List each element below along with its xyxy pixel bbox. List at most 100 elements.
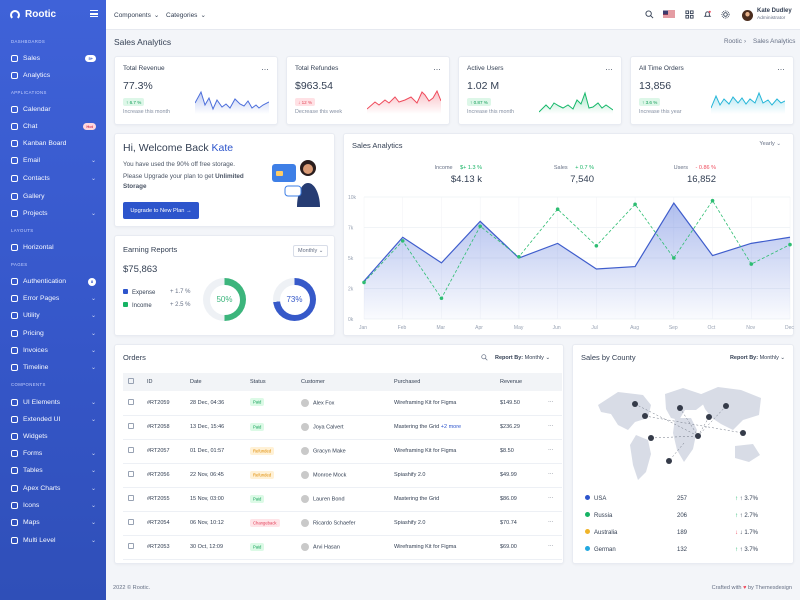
sidebar-item-pricing[interactable]: Pricing ⌄ <box>11 326 96 341</box>
search-icon[interactable] <box>645 10 654 19</box>
table-row[interactable]: #RT2055 15 Nov, 03:00 Paid Lauren Bond Maste… <box>123 487 562 512</box>
menu-toggle-icon[interactable] <box>90 10 98 17</box>
country-row-russia[interactable]: Russia 206 ↑ ↑ 2.7% <box>585 507 783 524</box>
row-checkbox[interactable] <box>128 398 134 405</box>
table-row[interactable]: #RT2059 28 Dec, 04:36 Paid Alex Fox Wirefram… <box>123 391 562 416</box>
table-row[interactable]: #RT2058 13 Dec, 15:46 Paid Joya Calvert Mast… <box>123 415 562 440</box>
table-row[interactable]: #RT2054 06 Nov, 10:12 Changeback Ricardo Sc… <box>123 511 562 536</box>
sidebar-item-calendar[interactable]: Calendar <box>11 102 96 117</box>
breadcrumb-root[interactable]: Rootic <box>724 38 742 45</box>
data-point[interactable] <box>555 207 560 211</box>
data-point[interactable] <box>788 242 792 247</box>
sidebar-item-extended-ui[interactable]: Extended UI ⌄ <box>11 412 96 427</box>
purchased-column[interactable]: Purchased <box>394 373 500 391</box>
row-actions-icon[interactable]: ⋯ <box>548 439 562 464</box>
us-flag-icon[interactable] <box>663 10 675 19</box>
data-point[interactable] <box>710 198 715 203</box>
row-actions-icon[interactable]: ⋯ <box>548 415 562 440</box>
id-column[interactable]: ID <box>147 373 190 391</box>
row-actions-icon[interactable]: ⋯ <box>548 511 562 536</box>
apex-icon <box>11 485 18 492</box>
components-menu[interactable]: Components ⌄ <box>114 11 160 20</box>
row-checkbox[interactable] <box>128 423 134 429</box>
row-actions-icon[interactable]: ⋯ <box>548 391 562 416</box>
row-actions-icon[interactable]: ⋯ <box>548 487 562 512</box>
data-point[interactable] <box>478 224 482 229</box>
data-point[interactable] <box>517 254 521 259</box>
data-point[interactable] <box>633 202 637 207</box>
more-icon[interactable]: … <box>433 63 441 72</box>
country-row-german[interactable]: German 132 ↑ ↑ 3.7% <box>585 541 783 558</box>
sidebar-item-widgets[interactable]: Widgets <box>11 429 96 444</box>
customer-column[interactable]: Customer <box>301 373 394 391</box>
search-icon[interactable] <box>481 354 488 361</box>
sidebar-item-tables[interactable]: Tables ⌄ <box>11 463 96 478</box>
sidebar-item-ui-elements[interactable]: UI Elements ⌄ <box>11 395 96 410</box>
more-icon[interactable]: … <box>777 63 785 72</box>
sidebar-item-invoices[interactable]: Invoices ⌄ <box>11 343 96 358</box>
row-checkbox[interactable] <box>128 447 134 453</box>
country-row-usa[interactable]: USA 257 ↑ ↑ 3.7% <box>585 490 783 507</box>
upgrade-plan-button[interactable]: Upgrade to New Plan → <box>123 202 199 219</box>
sidebar-item-timeline[interactable]: Timeline ⌄ <box>11 360 96 375</box>
row-checkbox[interactable] <box>128 495 134 501</box>
row-checkbox[interactable] <box>128 471 134 477</box>
sidebar-item-icons[interactable]: Icons ⌄ <box>11 498 96 513</box>
categories-menu[interactable]: Categories ⌄ <box>166 11 206 20</box>
data-point[interactable] <box>672 256 676 260</box>
table-row[interactable]: #RT2056 22 Nov, 06:45 Refunded Monroe Mock S… <box>123 463 562 488</box>
sales-analytics-card: Sales Analytics Yearly ⌄ Income $+ 1.3 %… <box>343 133 794 336</box>
select-all-checkbox[interactable] <box>128 378 134 384</box>
data-point[interactable] <box>400 239 405 243</box>
earning-period-select[interactable]: Monthly ⌄ <box>293 245 329 257</box>
sidebar-item-authentication[interactable]: Authentication 8 <box>11 274 96 289</box>
apps-grid-icon[interactable] <box>685 10 694 19</box>
user-avatar[interactable] <box>742 10 753 21</box>
sidebar-item-multi-level[interactable]: Multi Level ⌄ <box>11 533 96 548</box>
sidebar-item-contacts[interactable]: Contacts ⌄ <box>11 171 96 186</box>
expense-legend: Expense <box>123 289 155 296</box>
y-tick-label: 5k <box>348 256 354 262</box>
sidebar-item-email[interactable]: Email ⌄ <box>11 153 96 168</box>
sidebar-item-sales[interactable]: Sales 5+ <box>11 51 96 66</box>
more-icon[interactable]: … <box>605 63 613 72</box>
table-row[interactable]: #RT2057 01 Dec, 01:57 Refunded Gracyn Make W… <box>123 439 562 464</box>
gear-icon[interactable] <box>721 10 730 19</box>
x-tick-label: May <box>514 325 524 331</box>
x-tick-label: Dec <box>785 325 794 331</box>
status-column[interactable]: Status <box>250 373 301 391</box>
sidebar-item-utility[interactable]: Utility ⌄ <box>11 308 96 323</box>
chevron-down-icon: ⌄ <box>153 12 160 19</box>
row-actions-icon[interactable]: ⋯ <box>548 463 562 488</box>
data-point[interactable] <box>749 262 754 266</box>
sidebar-item-maps[interactable]: Maps ⌄ <box>11 515 96 530</box>
footer-copyright: 2022 © Rootic. <box>113 585 151 591</box>
data-point[interactable] <box>362 280 366 285</box>
row-checkbox[interactable] <box>128 543 134 549</box>
sidebar-item-analytics[interactable]: Analytics <box>11 68 96 83</box>
date-column[interactable]: Date <box>190 373 250 391</box>
orders-report-select[interactable]: Report By: Monthly ⌄ <box>495 355 550 361</box>
sidebar-item-forms[interactable]: Forms ⌄ <box>11 446 96 461</box>
sidebar-item-horizontal[interactable]: Horizontal <box>11 240 96 255</box>
data-point[interactable] <box>594 244 599 248</box>
user-name[interactable]: Kate Dudley <box>757 8 792 14</box>
sidebar-item-gallery[interactable]: Gallery <box>11 189 96 204</box>
more-icon[interactable]: … <box>261 63 269 72</box>
revenue-column[interactable]: Revenue <box>500 373 548 391</box>
county-report-select[interactable]: Report By: Monthly ⌄ <box>730 355 785 361</box>
table-row[interactable]: #RT2053 30 Oct, 12:09 Paid Arvi Hasan Wirefr… <box>123 535 562 560</box>
row-actions-icon[interactable]: ⋯ <box>548 535 562 560</box>
country-row-australia[interactable]: Australia 189 ↓ ↓ 1.7% <box>585 524 783 541</box>
sidebar-item-projects[interactable]: Projects ⌄ <box>11 206 96 221</box>
bell-icon[interactable] <box>703 10 712 19</box>
sidebar-item-chat[interactable]: Chat Hot <box>11 119 96 134</box>
sidebar-item-apex-charts[interactable]: Apex Charts ⌄ <box>11 481 96 496</box>
avatar <box>301 423 309 431</box>
sidebar-item-error-pages[interactable]: Error Pages ⌄ <box>11 291 96 306</box>
sidebar-item-kanban-board[interactable]: Kanban Board <box>11 136 96 151</box>
sales-period-select[interactable]: Yearly ⌄ <box>759 141 781 147</box>
brand-logo[interactable]: Rootic <box>10 9 56 20</box>
data-point[interactable] <box>439 296 444 301</box>
row-checkbox[interactable] <box>128 519 134 525</box>
